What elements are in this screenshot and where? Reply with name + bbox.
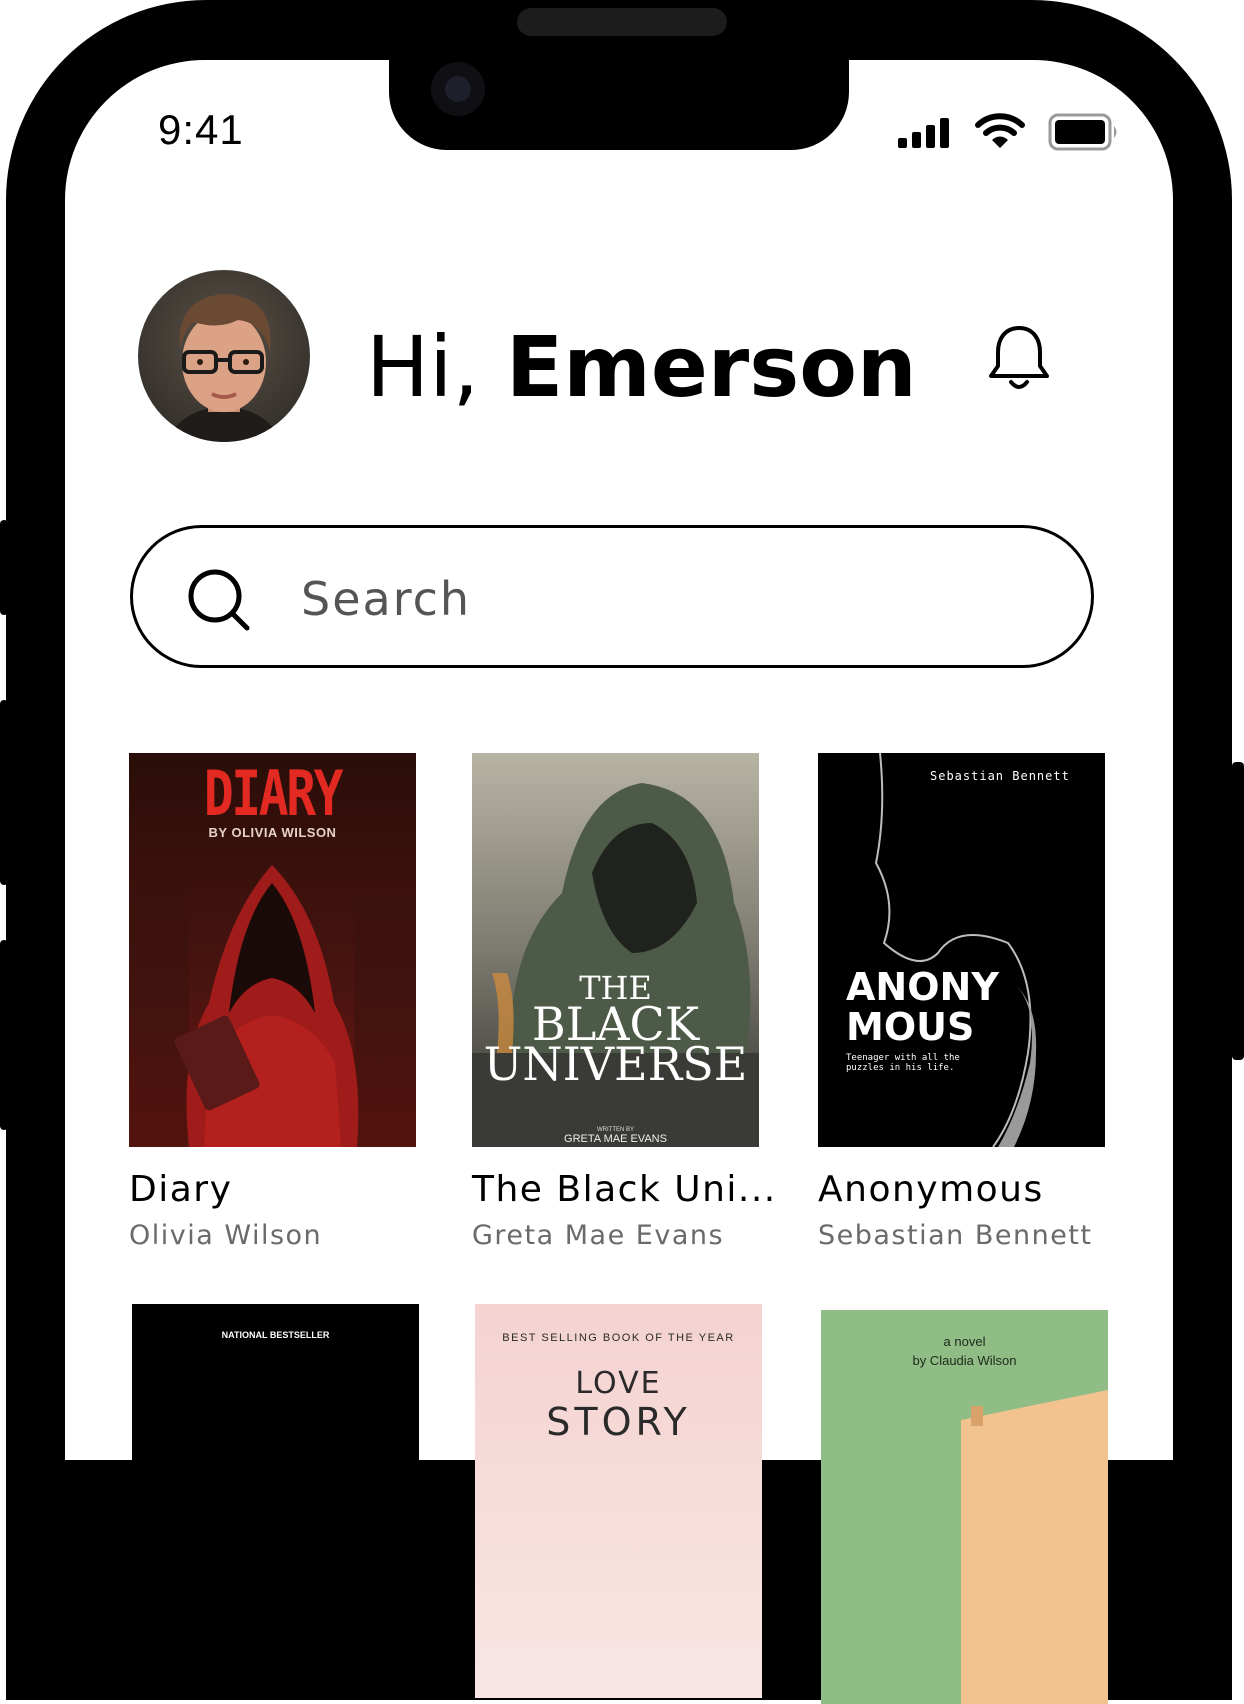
cover-line: ANONY [846,965,999,1009]
book-author: Sebastian Bennett [818,1220,1093,1251]
book-title: The Black Uni... [472,1169,777,1210]
cover-badge: BEST SELLING BOOK OF THE YEAR [502,1332,735,1344]
greeting-heading: Hi, Emerson [366,318,917,416]
cover-title: LOVE [575,1366,662,1401]
cover-author: Sebastian Bennett [930,769,1070,783]
book-author: Greta Mae Evans [472,1220,725,1251]
wifi-icon [975,112,1025,155]
search-bar[interactable] [130,525,1094,668]
book-cover[interactable]: Sebastian Bennett ANONY MOUS Teenager wi… [818,753,1105,1147]
book-card[interactable]: NATIONAL BESTSELLER [132,1304,419,1698]
signal-icon [897,116,953,153]
user-name: Emerson [505,318,917,416]
book-author: Olivia Wilson [129,1220,323,1251]
book-card[interactable]: DIARY BY OLIVIA WILSON Diary Olivia Wils… [129,753,416,1251]
book-cover[interactable]: BEST SELLING BOOK OF THE YEAR LOVE STORY [475,1304,762,1698]
cover-title: DIARY [203,757,344,830]
cover-author: GRETA MAE EVANS [564,1133,667,1145]
cover-badge: NATIONAL BESTSELLER [221,1330,330,1340]
bell-icon[interactable] [986,322,1052,399]
book-card[interactable]: Sebastian Bennett ANONY MOUS Teenager wi… [818,753,1105,1251]
battery-icon [1048,113,1122,156]
speaker-grille [517,8,727,36]
book-title: Diary [129,1169,233,1210]
side-button [1232,762,1244,1060]
book-cover[interactable]: THE BLACK UNIVERSE WRITTEN BY GRETA MAE … [472,753,759,1147]
book-card[interactable]: a novel by Claudia Wilson [821,1310,1108,1704]
camera [431,62,485,116]
cover-line: UNIVERSE [483,1037,748,1091]
cover-byline: BY OLIVIA WILSON [208,825,337,840]
cover-title-line2: STORY [546,1400,691,1444]
cover-line: a novel [943,1334,986,1349]
cover-line: MOUS [846,1005,975,1049]
cover-tagline: Teenager with all the puzzles in his lif… [846,1053,960,1073]
side-button [0,700,8,885]
avatar[interactable] [138,270,310,442]
search-input[interactable] [299,558,1003,640]
status-time: 9:41 [158,106,244,153]
book-cover[interactable]: a novel by Claudia Wilson [821,1310,1108,1704]
search-icon [187,568,251,637]
book-title: Anonymous [818,1169,1044,1210]
greeting-prefix: Hi, [366,318,480,416]
book-card[interactable]: THE BLACK UNIVERSE WRITTEN BY GRETA MAE … [472,753,777,1251]
book-cover[interactable]: NATIONAL BESTSELLER [132,1304,419,1698]
side-button [0,940,8,1130]
cover-line: by Claudia Wilson [912,1353,1017,1368]
book-cover[interactable]: DIARY BY OLIVIA WILSON [129,753,416,1147]
side-button [0,520,8,615]
book-card[interactable]: BEST SELLING BOOK OF THE YEAR LOVE STORY [475,1304,762,1698]
